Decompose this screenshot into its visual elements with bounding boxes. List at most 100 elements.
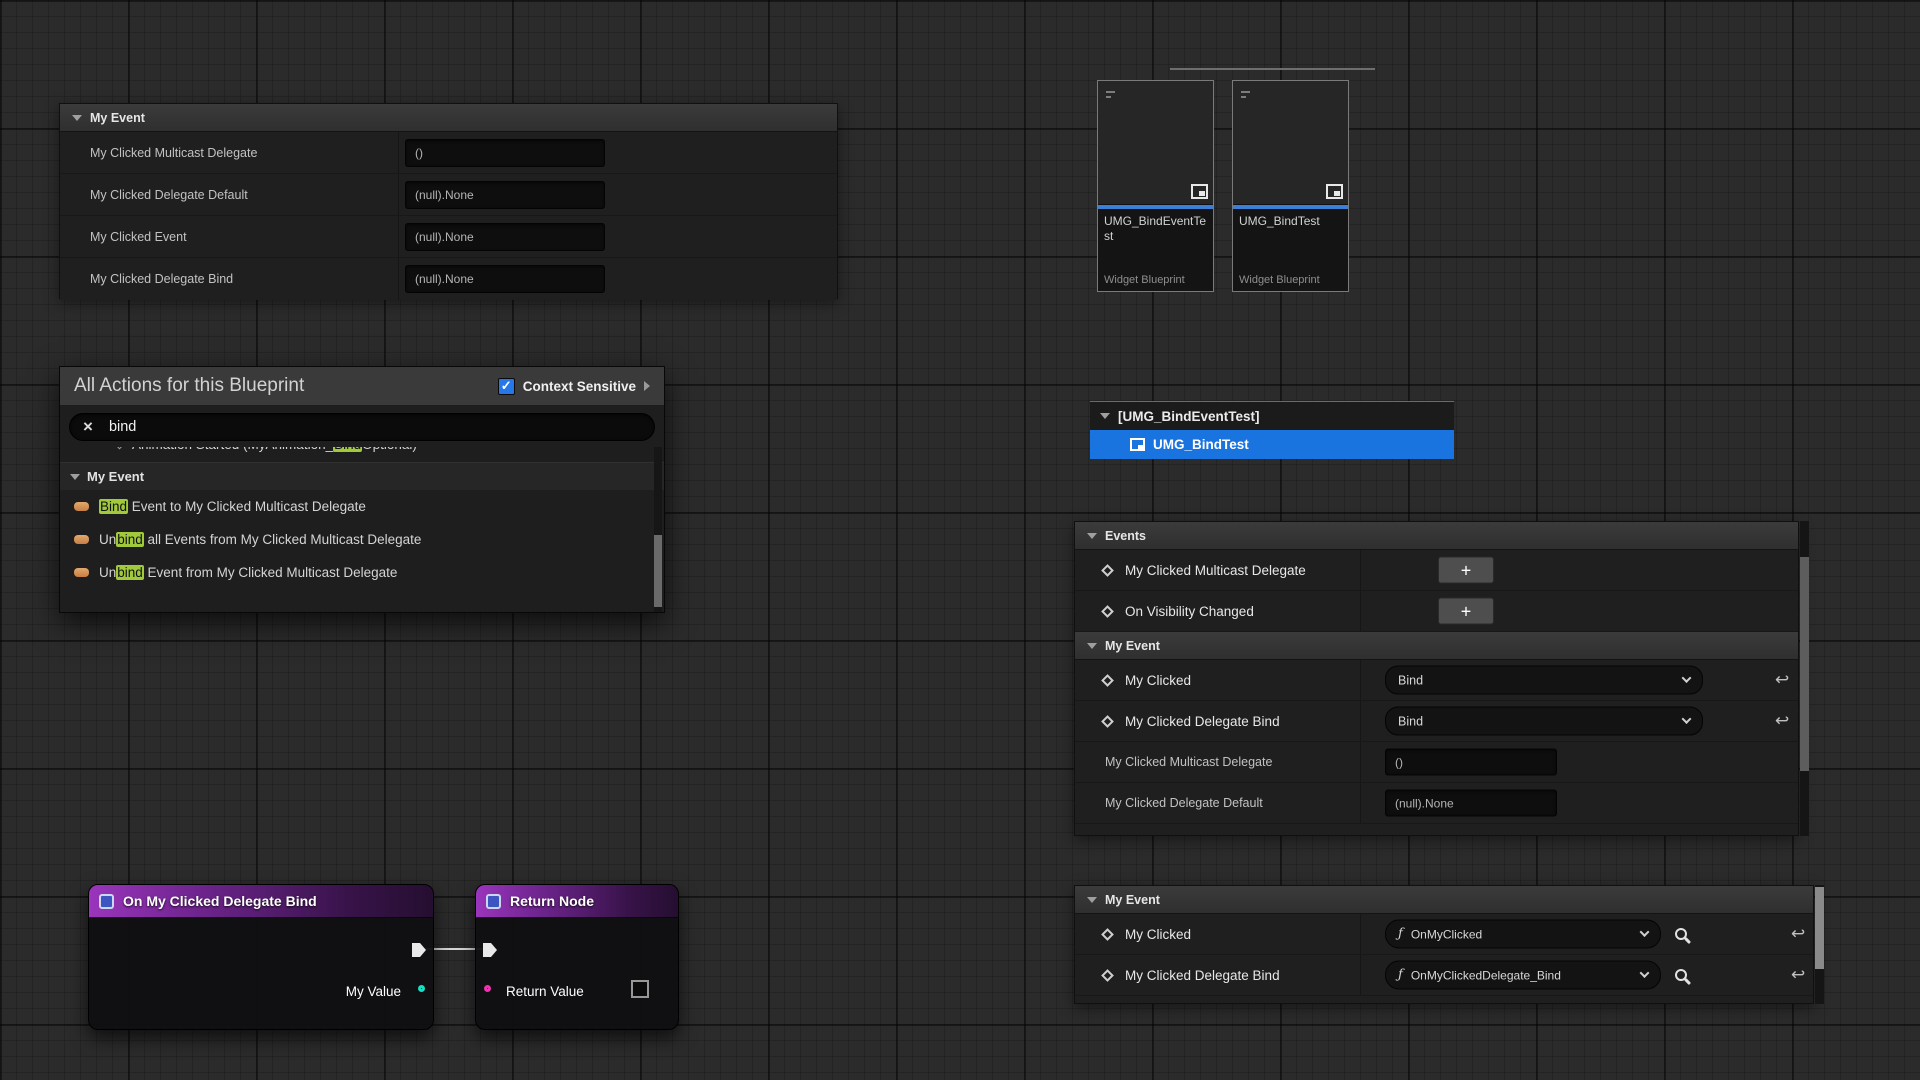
bound-event-row: My Clicked ƒ OnMyClicked ↩ — [1075, 914, 1813, 955]
category-header-my-event[interactable]: My Event — [1075, 886, 1813, 914]
node-return-node[interactable]: Return Node Return Value — [475, 884, 679, 1030]
asset-label: UMG_BindTest Widget Blueprint — [1233, 209, 1348, 291]
property-value-input[interactable]: (null).None — [405, 181, 605, 209]
scrollbar-thumb[interactable] — [1815, 887, 1824, 969]
add-event-button[interactable]: + — [1438, 557, 1494, 584]
property-row: My Clicked Delegate Default (null).None — [60, 174, 837, 216]
event-icon — [1101, 674, 1114, 687]
context-sensitive-checkbox[interactable]: ✓ — [498, 378, 515, 395]
scrollbar-thumb[interactable] — [654, 535, 662, 607]
search-input[interactable]: × bind — [69, 413, 655, 441]
node-header[interactable]: Return Node — [476, 885, 678, 918]
node-header[interactable]: On My Clicked Delegate Bind — [89, 885, 433, 918]
clear-search-icon[interactable]: × — [83, 418, 93, 435]
bound-function-dropdown[interactable]: ƒ OnMyClickedDelegate_Bind — [1385, 961, 1661, 990]
event-icon — [1101, 605, 1114, 618]
thumbnail-text-lines — [1241, 96, 1246, 98]
function-icon: ƒ — [1398, 968, 1403, 983]
property-value-input[interactable]: (null).None — [405, 265, 605, 293]
property-value-input[interactable]: (null).None — [405, 223, 605, 251]
bool-input-pin[interactable] — [484, 985, 491, 992]
category-header-my-event[interactable]: My Event — [1075, 632, 1798, 660]
event-label: My Clicked — [1125, 673, 1191, 688]
column-divider — [398, 216, 399, 257]
bind-dropdown[interactable]: Bind — [1385, 666, 1703, 695]
property-label: My Clicked Delegate Bind — [90, 272, 233, 286]
category-header-my-event[interactable]: My Event — [60, 104, 837, 132]
property-label: My Clicked Event — [90, 230, 187, 244]
function-result-icon — [486, 894, 501, 909]
widget-hierarchy-panel: [UMG_BindEventTest] UMG_BindTest — [1090, 401, 1454, 459]
widget-blueprint-icon — [1130, 438, 1145, 451]
property-row: My Clicked Delegate Default (null).None — [1075, 783, 1798, 824]
column-divider — [1360, 783, 1361, 823]
property-value-input[interactable]: (null).None — [1385, 790, 1557, 817]
bind-dropdown[interactable]: Bind — [1385, 707, 1703, 736]
bound-function-dropdown[interactable]: ƒ OnMyClicked — [1385, 920, 1661, 949]
action-item-clipped[interactable]: Animation Started (MyAnimation_BindOptio… — [60, 447, 664, 463]
thumbnail-text-lines — [1241, 91, 1250, 93]
chevron-down-icon — [1682, 673, 1692, 683]
check-icon: ✓ — [501, 378, 512, 394]
category-header-events[interactable]: Events — [1075, 522, 1798, 550]
event-icon — [115, 447, 125, 449]
widget-blueprint-icon — [1191, 184, 1208, 199]
chevron-down-icon — [1682, 714, 1692, 724]
event-label: My Clicked Delegate Bind — [1125, 714, 1280, 729]
hierarchy-selected-row[interactable]: UMG_BindTest — [1090, 430, 1454, 459]
node-title: Return Node — [510, 893, 594, 909]
exec-output-pin[interactable] — [411, 942, 427, 958]
bool-default-checkbox[interactable] — [631, 980, 649, 998]
event-label: On Visibility Changed — [1125, 604, 1254, 619]
hierarchy-root-row[interactable]: [UMG_BindEventTest] — [1090, 402, 1454, 430]
bound-event-row: My Clicked Delegate Bind ƒ OnMyClickedDe… — [1075, 955, 1813, 996]
reset-to-default-icon[interactable]: ↩ — [1791, 924, 1805, 944]
hierarchy-root-label: [UMG_BindEventTest] — [1118, 409, 1260, 424]
event-icon — [1101, 715, 1114, 728]
asset-type: Widget Blueprint — [1104, 274, 1207, 286]
action-item-bind-event[interactable]: Bind Event to My Clicked Multicast Deleg… — [60, 490, 664, 523]
event-bind-row: My Clicked Delegate Bind Bind ↩ — [1075, 701, 1798, 742]
bound-events-scrollbar[interactable] — [1815, 885, 1824, 1004]
reset-to-default-icon[interactable]: ↩ — [1791, 965, 1805, 985]
property-label: My Clicked Delegate Default — [1105, 796, 1263, 810]
expand-options-icon[interactable] — [644, 381, 650, 391]
search-icon[interactable] — [1675, 969, 1687, 981]
property-value-input[interactable]: () — [1385, 749, 1557, 776]
node-on-my-clicked-delegate-bind[interactable]: On My Clicked Delegate Bind My Value — [88, 884, 434, 1030]
actions-scrollbar[interactable] — [654, 447, 662, 612]
search-value: bind — [109, 419, 136, 435]
exec-input-pin[interactable] — [482, 942, 498, 958]
context-sensitive-group: ✓ Context Sensitive — [498, 378, 650, 395]
collapse-arrow-icon — [70, 474, 80, 480]
event-row: My Clicked Multicast Delegate + — [1075, 550, 1798, 591]
asset-tile-umg-bindtest[interactable]: UMG_BindTest Widget Blueprint — [1232, 80, 1349, 292]
category-title: Events — [1105, 529, 1146, 543]
details-scrollbar[interactable] — [1800, 521, 1809, 836]
add-event-button[interactable]: + — [1438, 598, 1494, 625]
column-divider — [1360, 591, 1361, 631]
scrollbar-thumb[interactable] — [1800, 557, 1809, 771]
actions-category-my-event[interactable]: My Event — [60, 463, 664, 490]
delegate-output-pin[interactable] — [418, 985, 425, 992]
reset-to-default-icon[interactable]: ↩ — [1775, 670, 1789, 690]
event-row: On Visibility Changed + — [1075, 591, 1798, 632]
property-value-input[interactable]: () — [405, 139, 605, 167]
action-item-unbind-event[interactable]: Unbind Event from My Clicked Multicast D… — [60, 556, 664, 589]
events-details-panel: Events My Clicked Multicast Delegate + O… — [1074, 521, 1799, 836]
event-icon — [1101, 564, 1114, 577]
collapse-arrow-icon — [1087, 533, 1097, 539]
event-label: My Clicked Multicast Delegate — [1125, 563, 1306, 578]
search-icon[interactable] — [1675, 928, 1687, 940]
asset-tile-umg-bindeventtest[interactable]: UMG_BindEventTest Widget Blueprint — [1097, 80, 1214, 292]
property-row: My Clicked Event (null).None — [60, 216, 837, 258]
action-item-text: Unbind Event from My Clicked Multicast D… — [99, 565, 397, 580]
column-divider — [398, 132, 399, 173]
event-label: My Clicked — [1125, 927, 1191, 942]
reset-to-default-icon[interactable]: ↩ — [1775, 711, 1789, 731]
actions-menu-titlebar: All Actions for this Blueprint ✓ Context… — [60, 367, 664, 406]
action-item-text: Animation Started (MyAnimation_BindOptio… — [132, 447, 417, 452]
property-row: My Clicked Multicast Delegate () — [1075, 742, 1798, 783]
action-item-unbind-all[interactable]: Unbind all Events from My Clicked Multic… — [60, 523, 664, 556]
column-divider — [1360, 742, 1361, 782]
